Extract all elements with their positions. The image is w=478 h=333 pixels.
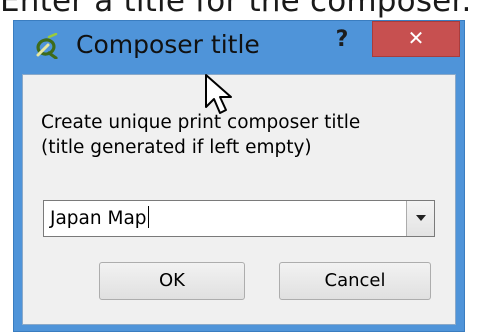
title-bar[interactable]: Composer title ? ✕	[14, 21, 464, 73]
close-button[interactable]: ✕	[372, 21, 460, 57]
prompt-text: Create unique print composer title (titl…	[41, 110, 451, 160]
dialog-title: Composer title	[76, 30, 260, 59]
help-button[interactable]: ?	[328, 27, 356, 53]
title-input[interactable]: Japan Map	[50, 206, 149, 229]
dialog-body: Create unique print composer title (titl…	[22, 74, 456, 325]
title-combobox[interactable]: Japan Map	[43, 200, 435, 237]
chevron-down-icon[interactable]	[406, 201, 434, 236]
qgis-icon	[36, 33, 58, 59]
mouse-pointer-icon	[205, 74, 232, 114]
cancel-button[interactable]: Cancel	[279, 262, 431, 300]
composer-title-dialog: Composer title ? ✕ Create unique print c…	[13, 20, 465, 332]
background-caption: Enter a title for the composer. L	[0, 0, 478, 19]
prompt-line-2: (title generated if left empty)	[41, 137, 312, 158]
text-caret	[147, 206, 149, 228]
prompt-line-1: Create unique print composer title	[41, 112, 361, 133]
ok-button[interactable]: OK	[99, 262, 245, 300]
title-input-value: Japan Map	[50, 208, 147, 229]
